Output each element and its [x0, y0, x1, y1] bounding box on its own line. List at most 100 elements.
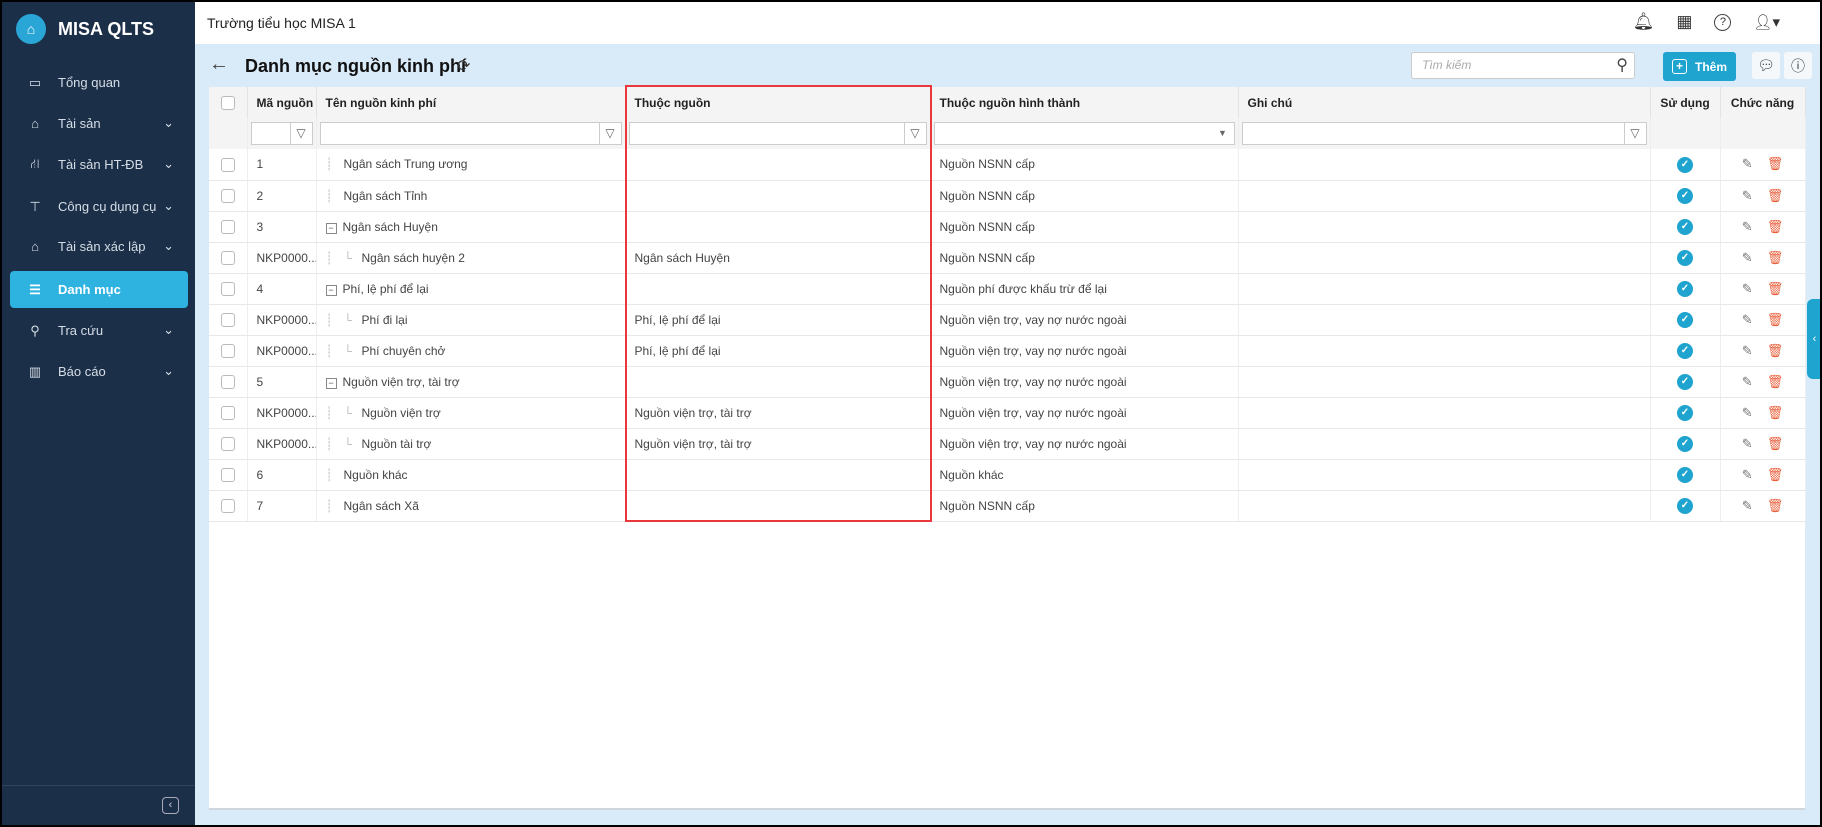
col-name[interactable]: Tên nguồn kinh phí: [316, 87, 626, 118]
edit-icon[interactable]: ✎: [1742, 312, 1753, 327]
trash-icon[interactable]: 🗑︎: [1767, 467, 1784, 482]
filter-icon[interactable]: ▽: [1623, 123, 1646, 144]
chevron-down-icon[interactable]: ⌄: [163, 363, 174, 379]
user-menu-icon[interactable]: 👤︎▾: [1753, 13, 1780, 31]
table-row[interactable]: NKP0000... ┊ └ Nguồn viện trợ Nguồn viện t…: [209, 397, 1806, 429]
row-checkbox[interactable]: [220, 343, 235, 358]
cell-code: 5: [247, 366, 317, 398]
chevron-down-icon[interactable]: ⌄: [163, 156, 174, 172]
edit-icon[interactable]: ✎: [1742, 188, 1753, 203]
row-checkbox[interactable]: [220, 467, 235, 482]
table-row[interactable]: NKP0000... ┊ └ Nguồn tài trợ Nguồn viện tr…: [209, 428, 1806, 460]
data-grid: Mã nguồn Tên nguồn kinh phí Thuộc nguồn …: [209, 87, 1806, 810]
sidebar-item[interactable]: ⛙ Tài sản HT-ĐB ⌄: [10, 146, 188, 183]
edit-icon[interactable]: ✎: [1742, 374, 1753, 389]
trash-icon[interactable]: 🗑︎: [1767, 188, 1784, 203]
trash-icon[interactable]: 🗑︎: [1767, 312, 1784, 327]
table-row[interactable]: 4 − Phí, lệ phí để lại Nguồn phí được khấ…: [209, 273, 1806, 305]
trash-icon[interactable]: 🗑︎: [1767, 219, 1784, 234]
filter-note-input[interactable]: ▽: [1241, 122, 1647, 145]
select-all-checkbox[interactable]: [209, 87, 248, 118]
table-row[interactable]: 3 − Ngân sách Huyện Nguồn NSNN cấp ✓ ✎ 🗑︎: [209, 211, 1806, 243]
trash-icon[interactable]: 🗑︎: [1767, 343, 1784, 358]
page-help-icon[interactable]: ⓘ: [1784, 52, 1812, 79]
add-button[interactable]: + Thêm: [1663, 52, 1736, 81]
filter-icon[interactable]: ▽: [598, 123, 621, 144]
table-row[interactable]: 6 ┊ Nguồn khác Nguồn khác ✓ ✎ 🗑︎: [209, 459, 1806, 491]
search-input[interactable]: Tìm kiếm ⚲: [1411, 52, 1635, 79]
col-parent[interactable]: Thuộc nguồn: [625, 87, 931, 118]
feedback-chat-icon[interactable]: 💬︎: [1752, 52, 1780, 79]
row-checkbox[interactable]: [220, 405, 235, 420]
edit-icon[interactable]: ✎: [1742, 498, 1753, 513]
row-checkbox[interactable]: [220, 281, 235, 296]
sidebar-item[interactable]: ▥ Báo cáo ⌄: [10, 353, 188, 390]
chevron-down-icon[interactable]: ⌄: [163, 238, 174, 254]
filter-code-input[interactable]: ▽: [250, 122, 313, 145]
row-checkbox[interactable]: [220, 312, 235, 327]
row-checkbox[interactable]: [220, 498, 235, 513]
trash-icon[interactable]: 🗑︎: [1767, 281, 1784, 296]
edit-icon[interactable]: ✎: [1742, 436, 1753, 451]
table-row[interactable]: NKP0000... ┊ └ Phí đi lại Phí, lệ phí để l…: [209, 304, 1806, 336]
back-arrow-icon[interactable]: ←: [209, 53, 229, 76]
sidebar-item[interactable]: ☰ Danh mục: [10, 271, 188, 308]
sidebar-item[interactable]: ⚲ Tra cứu ⌄: [10, 312, 188, 349]
school-name[interactable]: Trường tiểu học MISA 1: [207, 15, 356, 31]
chevron-down-icon[interactable]: ⌄: [163, 198, 174, 214]
edit-icon[interactable]: ✎: [1742, 343, 1753, 358]
row-checkbox[interactable]: [220, 188, 235, 203]
table-row[interactable]: NKP0000... ┊ └ Ngân sách huyện 2 Ngân sách…: [209, 242, 1806, 274]
row-checkbox[interactable]: [220, 250, 235, 265]
name-text: Ngân sách Huyện: [342, 219, 438, 234]
sidebar-item[interactable]: ⌂ Tài sản xác lập ⌄: [10, 228, 188, 265]
filter-parent-input[interactable]: ▽: [628, 122, 927, 145]
apps-grid-icon[interactable]: ▦: [1676, 12, 1692, 32]
row-checkbox[interactable]: [220, 219, 235, 234]
sidebar-item-label: Công cụ dụng cụ: [58, 199, 157, 214]
collapse-node-icon[interactable]: −: [325, 222, 337, 234]
edit-icon[interactable]: ✎: [1742, 156, 1753, 171]
caret-down-icon[interactable]: ▼: [1212, 123, 1234, 144]
sidebar-item[interactable]: ⌂ Tài sản ⌄: [10, 105, 188, 142]
table-row[interactable]: 1 ┊ Ngân sách Trung ương Nguồn NSNN cấp ✓…: [209, 149, 1806, 181]
row-checkbox[interactable]: [220, 374, 235, 389]
trash-icon[interactable]: 🗑︎: [1767, 156, 1784, 171]
trash-icon[interactable]: 🗑︎: [1767, 405, 1784, 420]
edit-icon[interactable]: ✎: [1742, 250, 1753, 265]
filter-icon[interactable]: ▽: [289, 123, 312, 144]
help-icon[interactable]: ?: [1714, 13, 1732, 31]
trash-icon[interactable]: 🗑︎: [1767, 374, 1784, 389]
table-row[interactable]: NKP0000... ┊ └ Phí chuyên chở Phí, lệ phí …: [209, 335, 1806, 367]
chevron-down-icon[interactable]: ⌄: [163, 322, 174, 338]
table-row[interactable]: 7 ┊ Ngân sách Xã Nguồn NSNN cấp ✓ ✎ 🗑︎: [209, 490, 1806, 522]
trash-icon[interactable]: 🗑︎: [1767, 250, 1784, 265]
sidebar-item[interactable]: ▭ Tổng quan: [10, 64, 188, 101]
row-checkbox[interactable]: [220, 157, 235, 172]
sidebar-item[interactable]: ⊤ Công cụ dụng cụ ⌄: [10, 188, 188, 225]
bell-icon[interactable]: 🔔︎: [1633, 12, 1655, 32]
collapse-sidebar-button[interactable]: ‹: [162, 797, 179, 814]
refresh-icon[interactable]: ⟳: [457, 56, 470, 76]
row-checkbox[interactable]: [220, 436, 235, 451]
edit-icon[interactable]: ✎: [1742, 467, 1753, 482]
search-icon[interactable]: ⚲: [1616, 55, 1628, 75]
edit-icon[interactable]: ✎: [1742, 219, 1753, 234]
col-code[interactable]: Mã nguồn: [247, 87, 317, 118]
table-row[interactable]: 5 − Nguồn viện trợ, tài trợ Nguồn viện tr…: [209, 366, 1806, 398]
filter-name-input[interactable]: ▽: [319, 122, 622, 145]
edit-icon[interactable]: ✎: [1742, 405, 1753, 420]
trash-icon[interactable]: 🗑︎: [1767, 498, 1784, 513]
col-formation[interactable]: Thuộc nguồn hình thành: [930, 87, 1239, 118]
trash-icon[interactable]: 🗑︎: [1767, 436, 1784, 451]
table-row[interactable]: 2 ┊ Ngân sách Tỉnh Nguồn NSNN cấp ✓ ✎ 🗑︎: [209, 180, 1806, 212]
logo[interactable]: ⌂ MISA QLTS: [16, 14, 154, 44]
collapse-node-icon[interactable]: −: [325, 284, 337, 296]
edit-icon[interactable]: ✎: [1742, 281, 1753, 296]
collapse-node-icon[interactable]: −: [325, 377, 337, 389]
chevron-down-icon[interactable]: ⌄: [163, 115, 174, 131]
col-note[interactable]: Ghi chú: [1238, 87, 1651, 118]
side-panel-toggle[interactable]: ‹: [1807, 299, 1820, 379]
filter-formation-select[interactable]: ▼: [933, 122, 1235, 145]
filter-icon[interactable]: ▽: [903, 123, 926, 144]
